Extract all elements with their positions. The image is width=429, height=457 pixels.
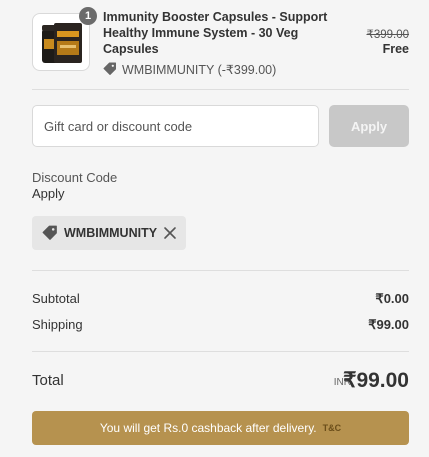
tag-icon xyxy=(42,225,57,240)
terms-link[interactable]: T&C xyxy=(323,423,342,433)
line-price: Free xyxy=(382,42,409,56)
applied-discount-chip: WMBIMMUNITY xyxy=(32,216,186,250)
product-image-icon xyxy=(42,23,82,63)
product-discount: WMBIMMUNITY (-₹399.00) xyxy=(103,61,276,77)
discount-code-input[interactable] xyxy=(32,105,319,147)
original-price: ₹399.00 xyxy=(366,29,410,41)
close-icon[interactable] xyxy=(163,226,177,240)
shipping-label: Shipping xyxy=(32,317,83,332)
quantity-badge: 1 xyxy=(79,7,97,25)
cashback-banner: You will get Rs.0 cashback after deliver… xyxy=(32,411,409,445)
shipping-value: ₹99.00 xyxy=(368,317,409,332)
line-item: 1 Immunity Booster Capsules - Support He… xyxy=(32,7,410,77)
divider xyxy=(32,351,409,352)
divider xyxy=(32,270,409,271)
product-name: Immunity Booster Capsules - Support Heal… xyxy=(103,10,328,56)
divider xyxy=(32,89,409,90)
subtotal-label: Subtotal xyxy=(32,291,80,306)
total-value: ₹99.00 xyxy=(343,369,409,392)
apply-button[interactable]: Apply xyxy=(329,105,409,147)
total-label: Total xyxy=(32,372,64,389)
product-discount-text: WMBIMMUNITY (-₹399.00) xyxy=(122,62,277,77)
tag-icon xyxy=(103,62,116,75)
cashback-message: You will get Rs.0 cashback after deliver… xyxy=(99,421,317,435)
discount-apply-label: Apply xyxy=(32,186,65,201)
checkout-order-summary: 1 Immunity Booster Capsules - Support He… xyxy=(0,0,429,457)
applied-discount-code: WMBIMMUNITY xyxy=(64,226,158,240)
subtotal-value: ₹0.00 xyxy=(375,291,409,306)
discount-code-label: Discount Code xyxy=(32,170,118,185)
